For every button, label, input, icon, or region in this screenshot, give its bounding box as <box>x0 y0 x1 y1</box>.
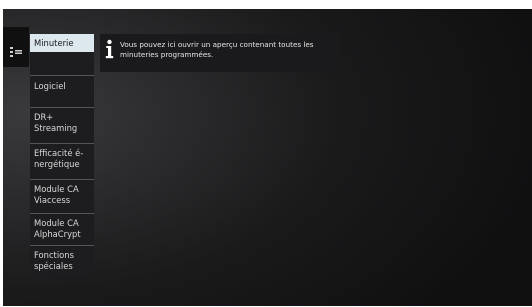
menu-item-dr-streaming[interactable]: DR+ Streaming <box>30 107 94 141</box>
menu-list-icon <box>10 47 22 57</box>
settings-menu: Minuterie Logiciel DR+ Streaming Efficac… <box>30 34 94 276</box>
info-icon <box>105 39 114 59</box>
menu-item-label: Minuterie <box>34 38 74 48</box>
info-panel: Vous pouvez ici ouvrir un aperçu contena… <box>100 34 340 72</box>
menu-item-label: Module CA Viaccess <box>34 184 79 205</box>
menu-item-module-ca-alphacrypt[interactable]: Module CA AlphaCrypt <box>30 213 94 245</box>
menu-item-label: DR+ Streaming <box>34 112 78 133</box>
menu-item-logiciel[interactable]: Logiciel <box>30 75 94 105</box>
menu-item-label: Module CA AlphaCrypt <box>34 218 81 239</box>
menu-item-module-ca-viaccess[interactable]: Module CA Viaccess <box>30 179 94 211</box>
menu-item-label: Fonctions spéciales <box>34 250 74 271</box>
menu-item-label: Efficacité é-nergétique <box>34 148 84 169</box>
tv-menu-screen: Minuterie Logiciel DR+ Streaming Efficac… <box>3 9 532 306</box>
menu-item-efficacite-energetique[interactable]: Efficacité é-nergétique <box>30 143 94 177</box>
menu-item-fonctions-speciales[interactable]: Fonctions spéciales <box>30 245 94 276</box>
menu-item-minuterie[interactable]: Minuterie <box>30 34 94 52</box>
info-text: Vous pouvez ici ouvrir un aperçu contena… <box>120 40 314 59</box>
menu-item-label: Logiciel <box>34 81 66 91</box>
